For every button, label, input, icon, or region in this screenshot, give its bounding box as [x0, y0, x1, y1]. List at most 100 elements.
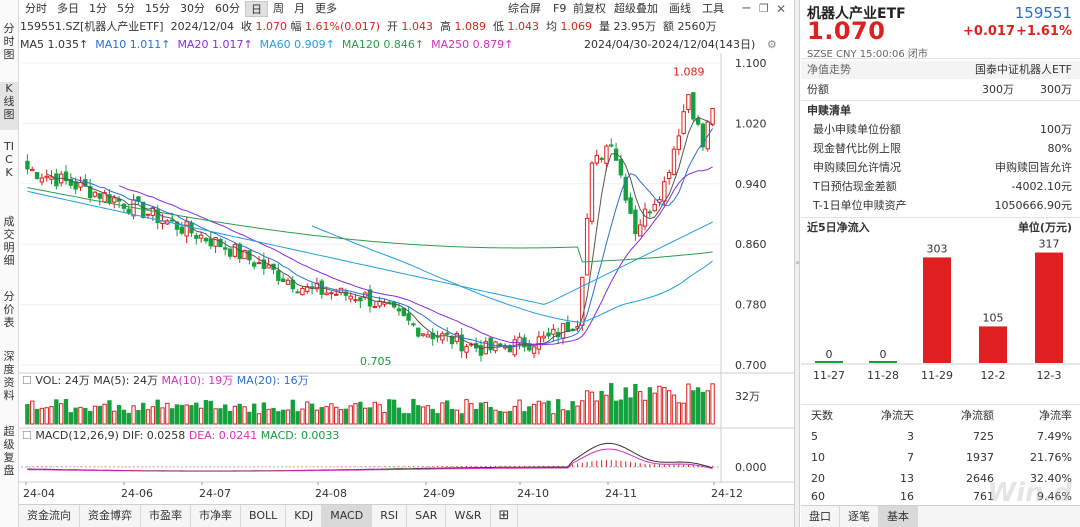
volume-bar	[652, 392, 657, 425]
vtab-replay[interactable]: 超级复盘	[0, 425, 18, 487]
forward-adjust-button[interactable]: 前复权	[573, 0, 606, 18]
tab-tick-by-tick[interactable]: 逐笔	[840, 506, 879, 527]
volume-bar	[416, 405, 421, 425]
settings-icon[interactable]: ⚙	[767, 38, 777, 51]
candle-body	[145, 213, 151, 216]
volume-bar	[367, 407, 373, 425]
volume-bar	[473, 409, 479, 425]
volume-bar	[145, 409, 151, 425]
volume-bar	[541, 402, 546, 425]
cell-inflow-amount: 725	[973, 430, 994, 443]
period-more[interactable]: 更多	[310, 1, 342, 17]
vol-value: VOL: 24万	[35, 374, 90, 387]
period-intraday[interactable]: 分时	[20, 1, 52, 17]
volume-bar	[290, 399, 295, 425]
th-inflow-rate: 净流率	[1039, 409, 1072, 422]
close-icon[interactable]: ✕	[776, 0, 786, 18]
candle-body	[208, 238, 213, 247]
tab-pe[interactable]: 市盈率	[141, 505, 191, 527]
ma5-line	[46, 116, 713, 350]
volume-bar	[464, 399, 469, 425]
period-15min[interactable]: 15分	[140, 1, 175, 17]
tab-wr[interactable]: W&R	[446, 505, 491, 527]
volume-bar	[39, 407, 45, 425]
candle-body	[695, 118, 701, 125]
vtab-depth[interactable]: 深度资料	[0, 350, 18, 412]
quote-close-value: 1.070	[255, 20, 288, 33]
period-multiday[interactable]: 多日	[52, 1, 84, 17]
price-tick-label: 0.940	[735, 178, 767, 191]
cell-inflow-days: 7	[907, 451, 914, 464]
tab-sar[interactable]: SAR	[407, 505, 447, 527]
restore-icon[interactable]: ❐	[759, 0, 769, 18]
candle-body	[203, 237, 209, 242]
vtab-price-table[interactable]: 分价表	[0, 290, 18, 338]
sub-row: T-1日单位申赎资产 1050666.90元	[813, 197, 1072, 215]
period-1min[interactable]: 1分	[84, 1, 112, 17]
nav-row[interactable]: 净值走势 国泰中证机器人ETF	[801, 61, 1080, 79]
panel-splitter[interactable]: »	[794, 0, 800, 527]
period-day[interactable]: 日	[245, 1, 268, 17]
date-range-text: 2024/04/30-2024/12/04(143日)	[584, 38, 756, 51]
inflow-title: 近5日净流入	[807, 221, 870, 234]
candle-body	[295, 291, 300, 294]
volume-bar	[488, 406, 493, 425]
tab-kdj[interactable]: KDJ	[286, 505, 323, 527]
tab-basic[interactable]: 基本	[879, 506, 918, 527]
volume-bar	[237, 403, 242, 425]
price-tick-label: 0.860	[735, 238, 767, 251]
candle-body	[39, 177, 45, 183]
cell-inflow-rate: 21.76%	[1030, 451, 1072, 464]
vtab-kline[interactable]: K线图	[0, 82, 18, 130]
minimize-icon[interactable]: −	[741, 0, 752, 18]
vol-checkbox-icon[interactable]: ☐	[22, 374, 32, 387]
tab-capital-game[interactable]: 资金博弈	[80, 505, 141, 527]
divider	[801, 100, 1080, 101]
candle-body	[604, 145, 609, 164]
period-5min[interactable]: 5分	[112, 1, 140, 17]
tab-orderbook[interactable]: 盘口	[801, 506, 840, 527]
ma250-label: MA250 0.879↑	[431, 38, 514, 51]
draw-line-button[interactable]: 画线	[669, 0, 691, 18]
period-30min[interactable]: 30分	[175, 1, 210, 17]
tab-capital-flow[interactable]: 资金流向	[19, 505, 80, 527]
volume-bar	[493, 409, 498, 425]
vtab-tick[interactable]: TICK	[0, 140, 18, 202]
tools-button[interactable]: 工具	[702, 0, 724, 18]
candle-body	[425, 334, 431, 338]
candle-body	[691, 92, 696, 120]
security-code-name: 159551.SZ[机器人产业ETF]	[20, 20, 164, 33]
tab-pb[interactable]: 市净率	[191, 505, 241, 527]
volume-bar	[507, 410, 513, 425]
volume-bar	[334, 406, 339, 425]
volume-bar	[295, 411, 300, 425]
tab-rsi[interactable]: RSI	[372, 505, 408, 527]
f9-button[interactable]: F9	[553, 0, 566, 18]
candle-body	[367, 289, 373, 307]
period-60min[interactable]: 60分	[210, 1, 245, 17]
macd-checkbox-icon[interactable]: ☐	[22, 429, 32, 442]
vtab-intraday[interactable]: 分时图	[0, 22, 18, 70]
volume-bar	[324, 406, 329, 425]
candle-body	[599, 157, 604, 160]
vtab-trades[interactable]: 成交明细	[0, 215, 18, 277]
tab-macd[interactable]: MACD	[322, 505, 373, 527]
add-tab-icon[interactable]: ⊞	[491, 505, 519, 527]
volume-bar	[116, 405, 122, 425]
sub-row-label: 现金替代比例上限	[813, 142, 901, 155]
volume-bar	[160, 407, 165, 425]
overlay-button[interactable]: 超级叠加	[614, 0, 658, 18]
inflow-header: 近5日净流入 单位(万元)	[807, 219, 1072, 237]
tab-boll[interactable]: BOLL	[241, 505, 287, 527]
ma250-line	[27, 187, 713, 263]
candle-body	[478, 345, 484, 356]
ma10-line	[70, 128, 714, 348]
period-month[interactable]: 月	[289, 1, 310, 17]
candle-body	[652, 203, 657, 212]
candle-body	[647, 211, 653, 214]
period-week[interactable]: 周	[268, 1, 289, 17]
composite-screen-button[interactable]: 综合屏	[508, 0, 541, 18]
shares-b: 300万	[1040, 83, 1072, 96]
candle-body	[445, 332, 450, 335]
collapse-arrow-icon[interactable]: »	[795, 258, 800, 267]
